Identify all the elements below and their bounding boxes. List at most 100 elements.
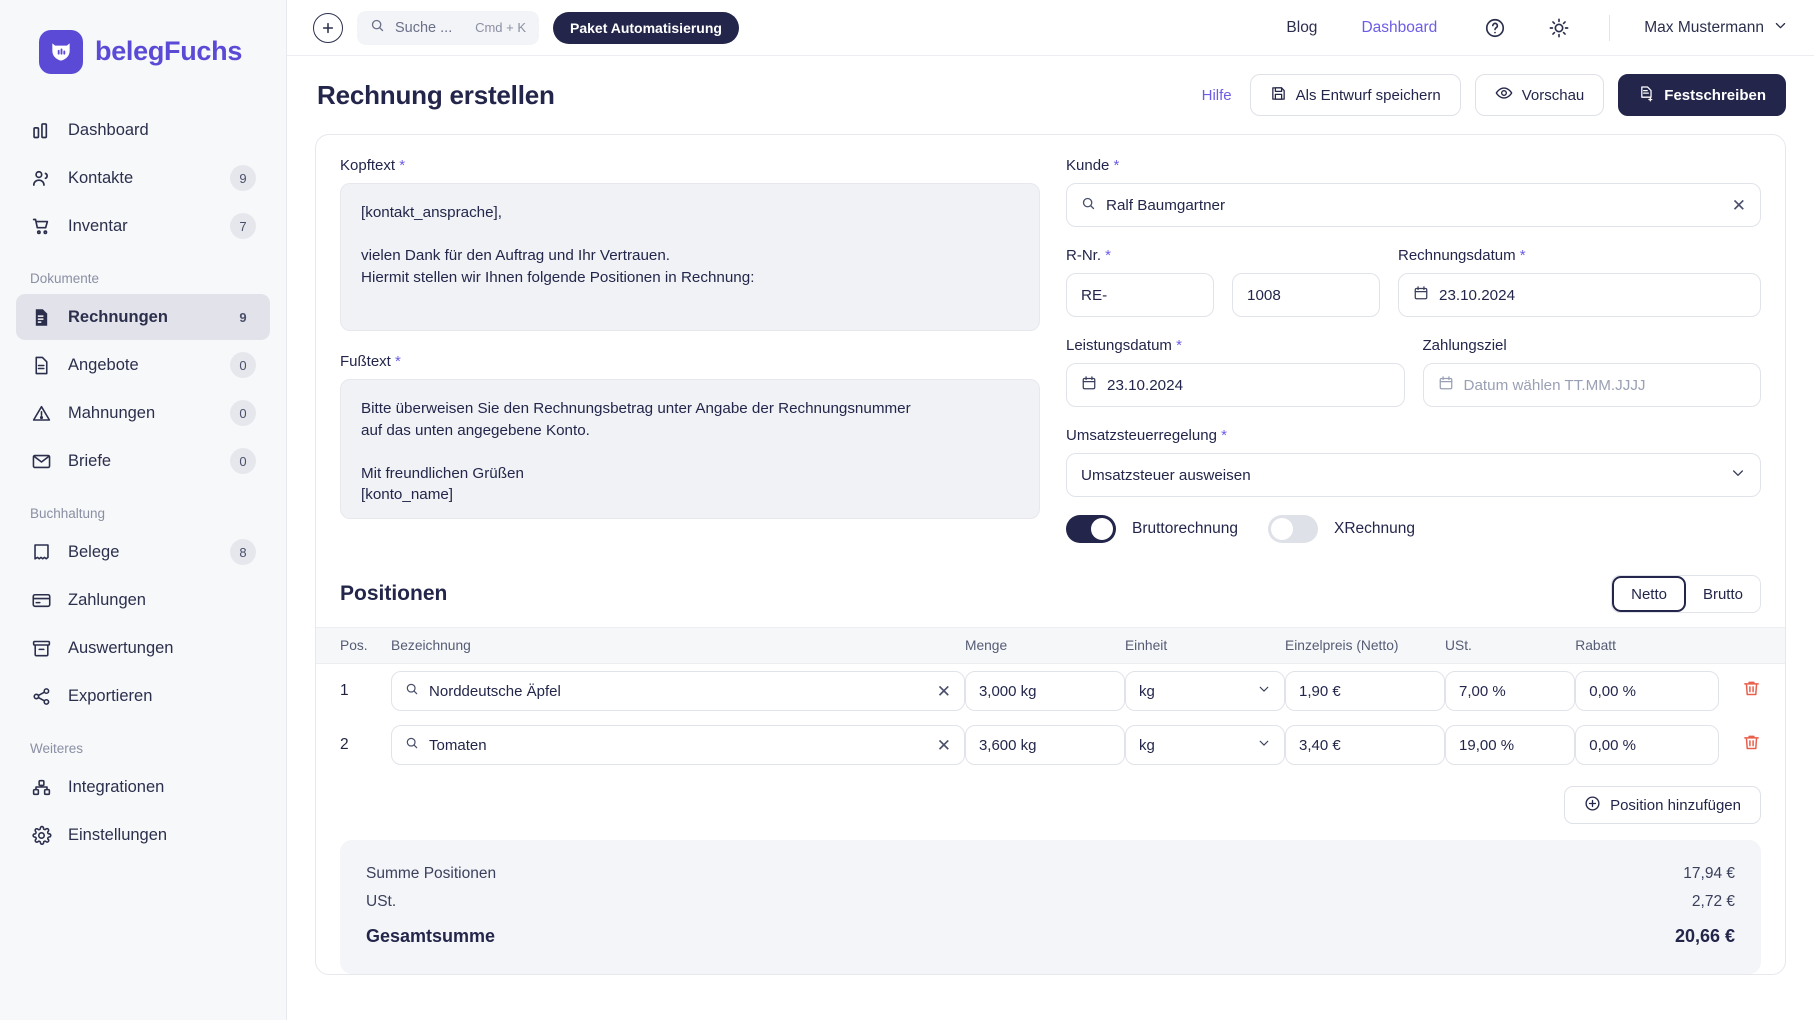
user-menu[interactable]: Max Mustermann bbox=[1644, 18, 1788, 38]
sidebar-badge: 0 bbox=[230, 400, 256, 426]
kopftext-label-text: Kopftext bbox=[340, 157, 396, 174]
zahlungsziel-input[interactable]: Datum wählen TT.MM.JJJJ bbox=[1422, 363, 1761, 407]
row-bezeichnung-cell: Tomaten ✕ bbox=[391, 718, 965, 772]
toggle-knob bbox=[1091, 518, 1113, 540]
search-icon bbox=[1081, 196, 1096, 215]
plus-circle-icon bbox=[1584, 795, 1601, 816]
rechnungsdatum-input[interactable]: 23.10.2024 bbox=[1398, 273, 1761, 317]
search-icon bbox=[370, 18, 385, 37]
search-icon bbox=[405, 736, 419, 754]
segment-brutto[interactable]: Brutto bbox=[1685, 576, 1760, 612]
add-position-row: Position hinzufügen bbox=[316, 772, 1785, 840]
col-rabatt: Rabatt bbox=[1575, 627, 1719, 664]
sun-icon[interactable] bbox=[1545, 14, 1573, 42]
sidebar-item-kontakte[interactable]: Kontakte 9 bbox=[16, 155, 270, 201]
share-icon bbox=[30, 685, 52, 707]
menge-input[interactable]: 3,000 kg bbox=[964, 671, 1125, 711]
close-icon[interactable]: ✕ bbox=[937, 737, 951, 754]
app-logo[interactable]: belegFuchs bbox=[16, 0, 270, 103]
einzelpreis-input[interactable]: 1,90 € bbox=[1285, 671, 1446, 711]
close-icon[interactable]: ✕ bbox=[937, 683, 951, 700]
vorschau-button[interactable]: Vorschau bbox=[1474, 74, 1605, 116]
ust-input[interactable]: 7,00 % bbox=[1445, 671, 1576, 711]
form-body: Kopftext * [kontakt_ansprache], vielen D… bbox=[316, 135, 1785, 553]
sidebar-item-auswertungen[interactable]: Auswertungen bbox=[16, 625, 270, 671]
form-left-column: Kopftext * [kontakt_ansprache], vielen D… bbox=[340, 157, 1040, 543]
users-icon bbox=[30, 167, 52, 189]
required-marker: * bbox=[1109, 157, 1120, 174]
xrechnung-toggle[interactable] bbox=[1268, 515, 1318, 543]
plus-circle-icon[interactable] bbox=[313, 12, 343, 43]
cart-icon bbox=[30, 215, 52, 237]
paket-automatisierung-button[interactable]: Paket Automatisierung bbox=[553, 11, 739, 44]
sidebar-item-zahlungen[interactable]: Zahlungen bbox=[16, 577, 270, 623]
sidebar-item-einstellungen[interactable]: Einstellungen bbox=[16, 812, 270, 858]
rnr-number-input[interactable]: 1008 bbox=[1232, 273, 1380, 317]
table-row: 2 Tomaten ✕ 3,600 kg kg 3,40 € 19,00 % 0… bbox=[316, 718, 1785, 772]
sidebar-item-integrationen[interactable]: Integrationen bbox=[16, 764, 270, 810]
required-marker: * bbox=[390, 353, 401, 370]
page-header: Rechnung erstellen Hilfe Als Entwurf spe… bbox=[315, 56, 1786, 134]
trash-icon[interactable] bbox=[1742, 679, 1761, 698]
page-content: Rechnung erstellen Hilfe Als Entwurf spe… bbox=[287, 56, 1814, 1020]
bezeichnung-input[interactable]: Norddeutsche Äpfel ✕ bbox=[391, 671, 965, 711]
row-einzelpreis-cell: 3,40 € bbox=[1285, 718, 1446, 772]
leistungsdatum-input[interactable]: 23.10.2024 bbox=[1066, 363, 1405, 407]
topbar: Suche ... Cmd + K Paket Automatisierung … bbox=[287, 0, 1814, 56]
integrations-icon bbox=[30, 776, 52, 798]
rabatt-value: 0,00 % bbox=[1589, 736, 1636, 754]
sidebar-item-label: Auswertungen bbox=[68, 638, 174, 657]
ust-input[interactable]: 19,00 % bbox=[1445, 725, 1576, 765]
total-value: 20,66 € bbox=[1674, 926, 1735, 946]
sidebar-item-inventar[interactable]: Inventar 7 bbox=[16, 203, 270, 249]
kunde-input[interactable]: Ralf Baumgartner ✕ bbox=[1066, 183, 1761, 227]
sidebar-item-exportieren[interactable]: Exportieren bbox=[16, 673, 270, 719]
sidebar-item-briefe[interactable]: Briefe 0 bbox=[16, 438, 270, 484]
close-icon[interactable]: ✕ bbox=[1732, 197, 1746, 214]
rnr-group: R-Nr. * RE- 1008 bbox=[1066, 247, 1380, 317]
bruttorechnung-toggle[interactable] bbox=[1066, 515, 1116, 543]
topbar-link-dashboard[interactable]: Dashboard bbox=[1361, 19, 1437, 37]
einheit-value: kg bbox=[1138, 736, 1155, 754]
als-entwurf-speichern-button[interactable]: Als Entwurf speichern bbox=[1249, 74, 1461, 116]
row-rabatt-cell: 0,00 % bbox=[1575, 664, 1719, 719]
fusstext-textarea[interactable]: Bitte überweisen Sie den Rechnungsbetrag… bbox=[340, 379, 1040, 519]
menge-input[interactable]: 3,600 kg bbox=[964, 725, 1125, 765]
sidebar-item-dashboard[interactable]: Dashboard bbox=[16, 107, 270, 153]
search-icon bbox=[405, 682, 419, 700]
document-icon bbox=[30, 354, 52, 376]
positions-table: Pos. Bezeichnung Menge Einheit Einzelpre… bbox=[316, 627, 1785, 772]
calendar-icon bbox=[1413, 285, 1429, 305]
festschreiben-button[interactable]: Festschreiben bbox=[1618, 74, 1786, 116]
einheit-select[interactable]: kg bbox=[1124, 671, 1286, 711]
kopftext-textarea[interactable]: [kontakt_ansprache], vielen Dank für den… bbox=[340, 183, 1040, 331]
trash-icon[interactable] bbox=[1742, 733, 1761, 752]
hilfe-link[interactable]: Hilfe bbox=[1202, 87, 1232, 104]
umsatzsteuerregelung-value: Umsatzsteuer ausweisen bbox=[1081, 466, 1251, 484]
sidebar-item-rechnungen[interactable]: Rechnungen 9 bbox=[16, 294, 270, 340]
sidebar-item-label: Briefe bbox=[68, 451, 112, 470]
sidebar-badge: 0 bbox=[230, 352, 256, 378]
einheit-select[interactable]: kg bbox=[1124, 725, 1286, 765]
rnr-prefix-input[interactable]: RE- bbox=[1066, 273, 1214, 317]
search-shortcut: Cmd + K bbox=[475, 20, 526, 35]
sidebar-item-angebote[interactable]: Angebote 0 bbox=[16, 342, 270, 388]
umsatzsteuerregelung-select[interactable]: Umsatzsteuer ausweisen bbox=[1066, 453, 1761, 497]
einheit-value: kg bbox=[1138, 682, 1155, 700]
question-circle-icon[interactable] bbox=[1481, 14, 1509, 42]
sidebar-badge: 8 bbox=[230, 539, 256, 565]
segment-netto[interactable]: Netto bbox=[1612, 576, 1686, 612]
search-input[interactable]: Suche ... Cmd + K bbox=[357, 10, 539, 45]
rabatt-input[interactable]: 0,00 % bbox=[1575, 671, 1719, 711]
menge-value: 3,600 kg bbox=[978, 736, 1037, 754]
sidebar-item-belege[interactable]: Belege 8 bbox=[16, 529, 270, 575]
position-hinzufuegen-button[interactable]: Position hinzufügen bbox=[1564, 786, 1761, 824]
receipt-icon bbox=[30, 541, 52, 563]
required-marker: * bbox=[395, 157, 406, 174]
rabatt-input[interactable]: 0,00 % bbox=[1575, 725, 1719, 765]
bezeichnung-input[interactable]: Tomaten ✕ bbox=[391, 725, 965, 765]
leistungsdatum-group: Leistungsdatum * 23.10.2024 bbox=[1066, 337, 1405, 407]
topbar-link-blog[interactable]: Blog bbox=[1286, 19, 1317, 37]
sidebar-item-mahnungen[interactable]: Mahnungen 0 bbox=[16, 390, 270, 436]
einzelpreis-input[interactable]: 3,40 € bbox=[1285, 725, 1446, 765]
